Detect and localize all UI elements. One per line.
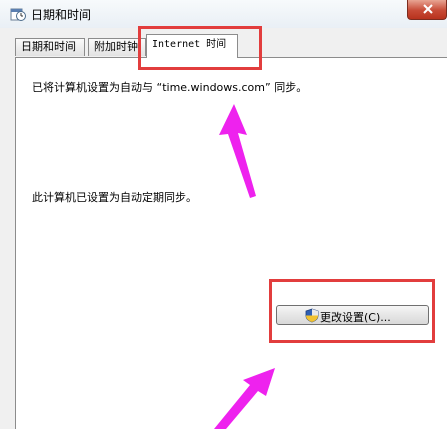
tab-label: 附加时钟 (94, 40, 138, 53)
tab-date-time[interactable]: 日期和时间 (15, 38, 85, 56)
close-button[interactable] (407, 0, 447, 20)
tab-additional-clocks[interactable]: 附加时钟 (88, 38, 146, 56)
uac-shield-icon (305, 308, 319, 326)
change-settings-button[interactable]: 更改设置(C)... (276, 305, 429, 325)
window-title: 日期和时间 (31, 8, 92, 22)
tab-label: Internet 时间 (152, 39, 227, 50)
internet-time-panel (15, 57, 447, 429)
title-bar: 日期和时间 (0, 0, 447, 28)
clock-calendar-icon (10, 6, 26, 25)
sync-server-text: 已将计算机设置为自动与 “time.windows.com” 同步。 (32, 81, 308, 94)
tab-label: 日期和时间 (21, 40, 76, 53)
auto-sync-text: 此计算机已设置为自动定期同步。 (32, 191, 197, 204)
close-icon (408, 4, 447, 23)
change-settings-label: 更改设置(C)... (320, 311, 391, 324)
tab-internet-time[interactable]: Internet 时间 (146, 34, 238, 58)
